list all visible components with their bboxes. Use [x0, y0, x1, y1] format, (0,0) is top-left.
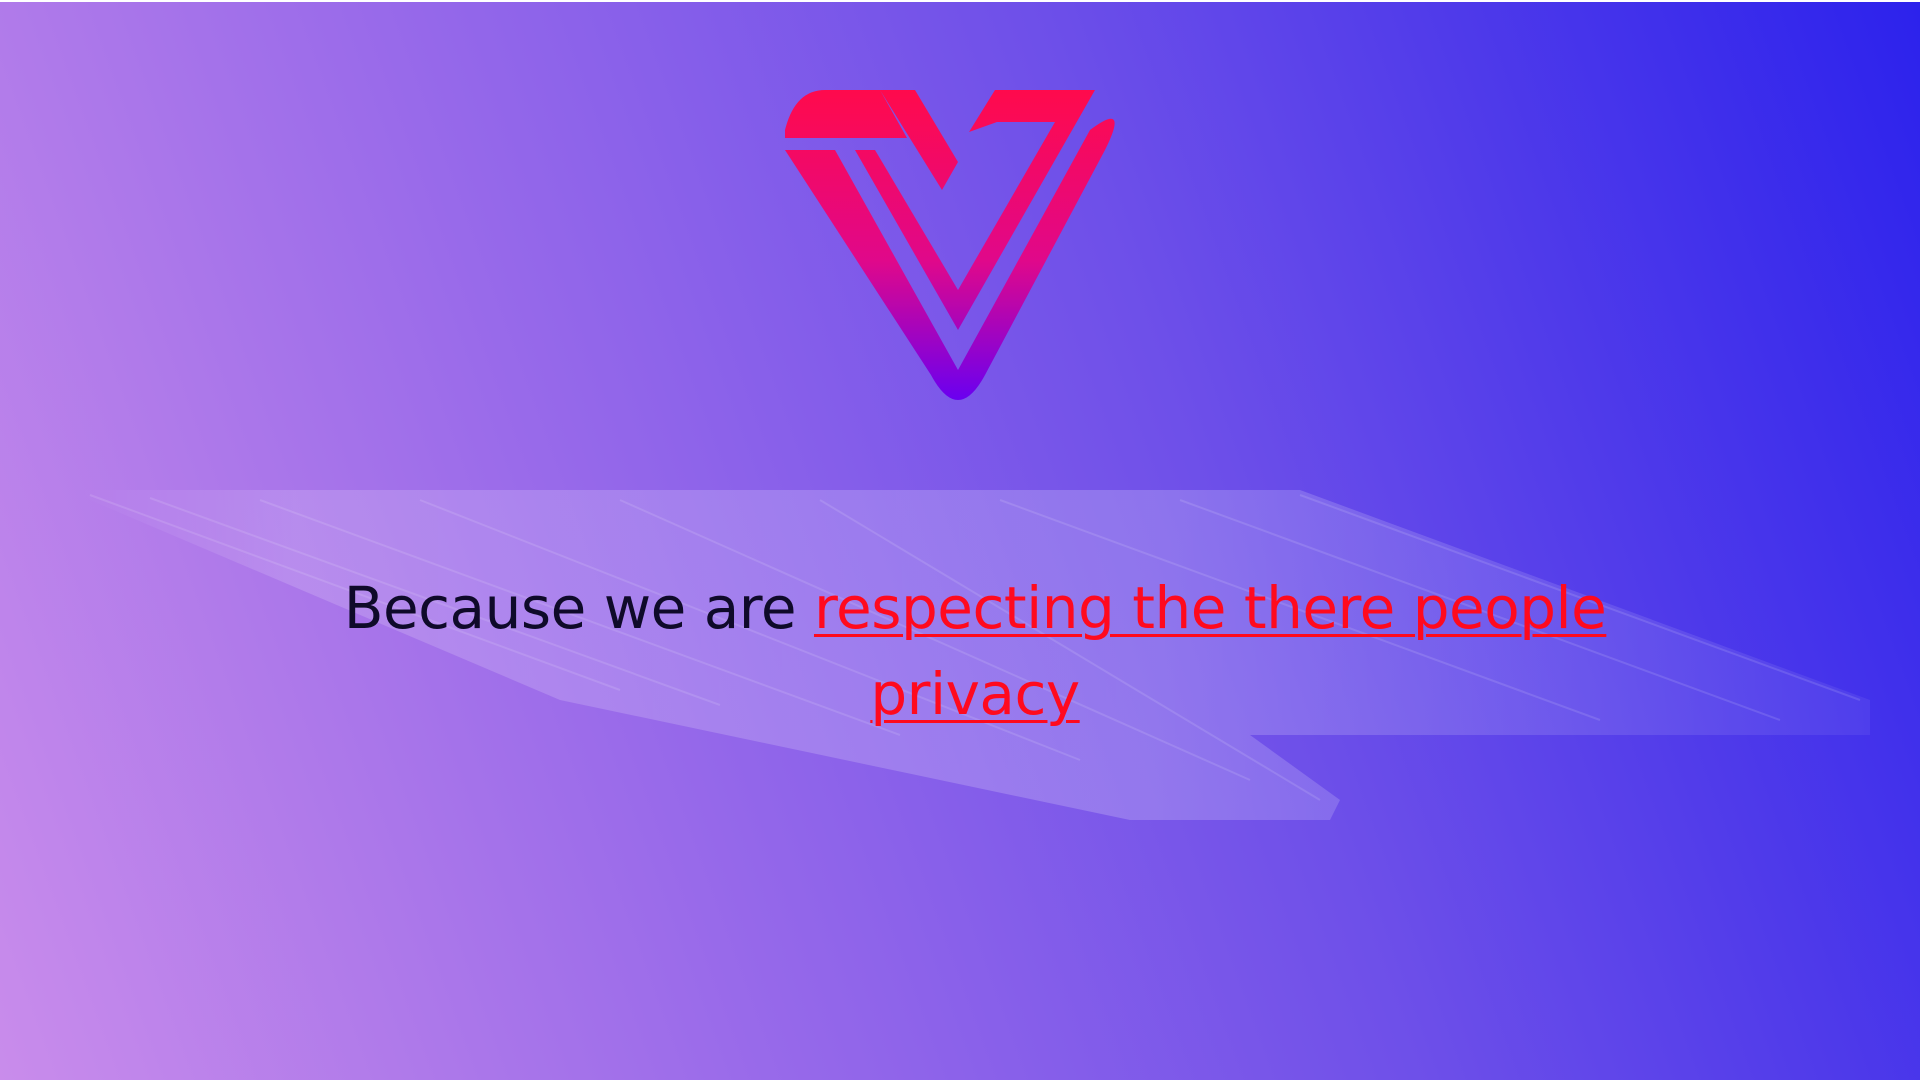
privacy-message: Because we are respecting the there peop… [300, 565, 1650, 737]
message-lead-text: Because we are [343, 574, 814, 642]
privacy-link[interactable]: respecting the there people privacy [814, 574, 1607, 728]
v-heart-logo-icon [785, 90, 1115, 400]
